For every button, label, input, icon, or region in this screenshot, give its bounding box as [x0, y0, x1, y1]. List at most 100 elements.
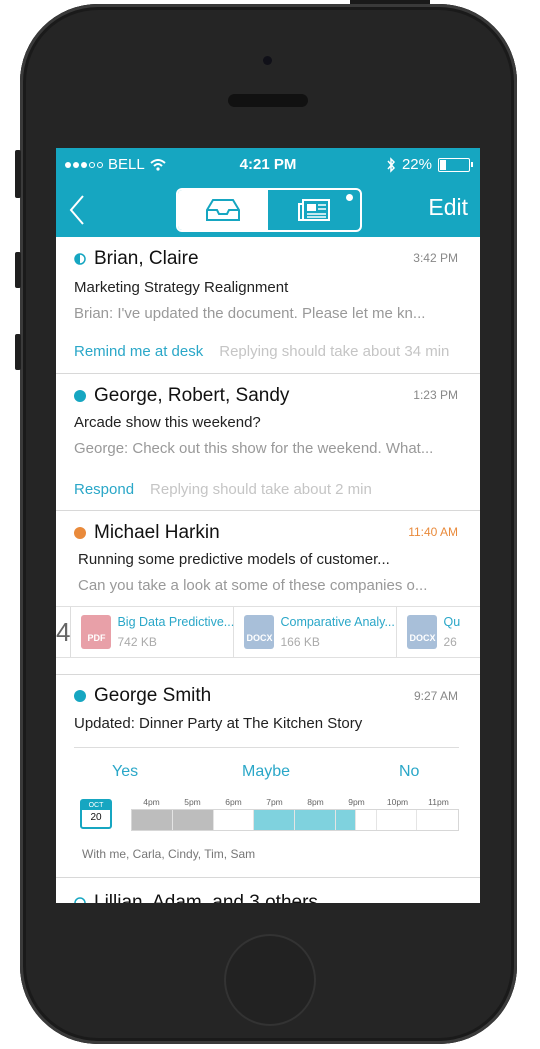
chevron-left-icon[interactable]: [68, 194, 86, 229]
message-preview: George: Check out this show for the week…: [74, 440, 434, 457]
attachment-item[interactable]: DOCX Qu 26: [397, 607, 480, 657]
docx-icon: DOCX: [244, 615, 275, 649]
battery-percent: 22%: [401, 156, 432, 173]
calendar-day: 20: [90, 812, 102, 823]
message-subject: Updated: Dinner Party at The Kitchen Sto…: [74, 715, 363, 732]
sender-name: Brian, Claire: [94, 248, 199, 269]
front-camera: [263, 56, 272, 65]
sender-name: George Smith: [94, 685, 212, 706]
availability-timeline: 4pm 5pm 6pm 7pm 8pm 9pm 10pm 11pm: [131, 797, 459, 831]
list-item[interactable]: George, Robert, Sandy 1:23 PM Arcade sho…: [56, 374, 480, 511]
message-sender-row: George Smith: [74, 685, 211, 707]
rsvp-maybe-button[interactable]: Maybe: [242, 763, 290, 781]
attachment-count: 4: [56, 607, 72, 657]
free-slot: [214, 810, 255, 830]
attachment-strip: 4 PDF Big Data Predictive... 742 KB DOCX…: [56, 606, 480, 658]
attachment-size: 166 KB: [280, 635, 320, 649]
earpiece-speaker: [228, 94, 308, 107]
timeline-label: 8pm: [307, 797, 324, 807]
timeline-label: 4pm: [143, 797, 160, 807]
list-item[interactable]: Lillian, Adam, and 3 others: [56, 878, 480, 903]
message-sender-row: Brian, Claire: [74, 248, 199, 270]
mute-switch: [15, 150, 21, 198]
message-time: 11:40 AM: [408, 525, 458, 539]
attachment-item[interactable]: PDF Big Data Predictive... 742 KB: [71, 607, 235, 657]
rsvp-no-button[interactable]: No: [399, 763, 419, 781]
message-list: Brian, Claire 3:42 PM Marketing Strategy…: [56, 237, 480, 903]
reply-estimate: Replying should take about 34 min: [219, 343, 450, 360]
half-circle-icon: [74, 897, 86, 903]
rsvp-yes-button[interactable]: Yes: [112, 763, 138, 781]
message-time: 3:42 PM: [413, 251, 458, 265]
home-button[interactable]: [224, 934, 316, 1026]
status-bar: BELL 4:21 PM 22%: [56, 148, 480, 182]
calendar-icon: OCT 20: [80, 799, 112, 829]
message-subject: Arcade show this weekend?: [74, 414, 261, 431]
list-item[interactable]: Michael Harkin 11:40 AM Running some pre…: [56, 511, 480, 675]
pdf-icon: PDF: [81, 615, 112, 649]
bluetooth-icon: [387, 156, 395, 173]
inbox-icon: [206, 199, 240, 221]
list-item[interactable]: George Smith 9:27 AM Updated: Dinner Par…: [56, 675, 480, 878]
timeline-label: 5pm: [184, 797, 201, 807]
attachment-name: Qu: [443, 615, 461, 629]
attachment-size: 742 KB: [117, 635, 157, 649]
unread-dot: [74, 390, 86, 402]
busy-slot: [172, 810, 214, 830]
phone-screen: BELL 4:21 PM 22% Edit Brian, Claire 3:42…: [56, 148, 480, 903]
free-slot: [377, 810, 418, 830]
edit-button[interactable]: Edit: [428, 194, 468, 221]
timeline-label: 7pm: [266, 797, 283, 807]
timeline-labels: 4pm 5pm 6pm 7pm 8pm 9pm 10pm 11pm: [131, 797, 459, 809]
attachment-size: 26: [443, 635, 457, 649]
attachment-name: Big Data Predictive...: [117, 615, 235, 629]
message-actions: Respond Replying should take about 2 min: [74, 481, 372, 498]
busy-slot: [132, 810, 173, 830]
event-slot: [254, 810, 295, 830]
nav-bar: Edit: [56, 182, 480, 237]
remind-button[interactable]: Remind me at desk: [74, 343, 203, 360]
tab-inbox[interactable]: [178, 190, 268, 230]
sender-name: George, Robert, Sandy: [94, 385, 290, 406]
divider: [74, 747, 459, 748]
attachment-name: Comparative Analy...: [280, 615, 395, 629]
list-item[interactable]: Brian, Claire 3:42 PM Marketing Strategy…: [56, 237, 480, 374]
event-slot: [335, 810, 356, 830]
free-slot: [356, 810, 377, 830]
message-sender-row: Michael Harkin: [74, 522, 220, 544]
tab-newsfeed[interactable]: [268, 190, 360, 230]
message-sender-row: George, Robert, Sandy: [74, 385, 289, 407]
volume-down-button: [15, 334, 21, 370]
volume-up-button: [15, 252, 21, 288]
half-circle-icon: [74, 253, 86, 265]
message-time: 9:27 AM: [413, 689, 458, 703]
calendar-month: OCT: [82, 801, 110, 810]
sender-name: Michael Harkin: [94, 522, 220, 543]
message-subject: Marketing Strategy Realignment: [74, 279, 289, 296]
respond-button[interactable]: Respond: [74, 481, 134, 498]
timeline-bar: [131, 809, 459, 831]
event-slot: [295, 810, 336, 830]
priority-dot: [74, 527, 86, 539]
sender-name: Lillian, Adam, and 3 others: [94, 892, 318, 903]
battery-group: 22%: [386, 156, 473, 173]
battery-icon: [438, 157, 473, 172]
timeline-label: 6pm: [225, 797, 242, 807]
view-segmented-control: [176, 188, 362, 232]
timeline-label: 9pm: [348, 797, 365, 807]
message-sender-row: Lillian, Adam, and 3 others: [74, 892, 318, 903]
unread-badge: [346, 194, 353, 201]
timeline-label: 10pm: [386, 797, 409, 807]
attendees-text: With me, Carla, Cindy, Tim, Sam: [82, 847, 256, 861]
docx-icon: DOCX: [407, 615, 438, 649]
message-actions: Remind me at desk Replying should take a…: [74, 343, 449, 360]
message-preview: Can you take a look at some of these com…: [78, 577, 428, 594]
attachment-item[interactable]: DOCX Comparative Analy... 166 KB: [234, 607, 398, 657]
message-subject: Running some predictive models of custom…: [78, 551, 390, 568]
unread-dot: [74, 690, 86, 702]
message-preview: Brian: I've updated the document. Please…: [74, 305, 426, 322]
newspaper-icon: [298, 199, 330, 221]
reply-estimate: Replying should take about 2 min: [150, 481, 372, 498]
free-slot: [417, 810, 458, 830]
timeline-label: 11pm: [428, 797, 449, 807]
